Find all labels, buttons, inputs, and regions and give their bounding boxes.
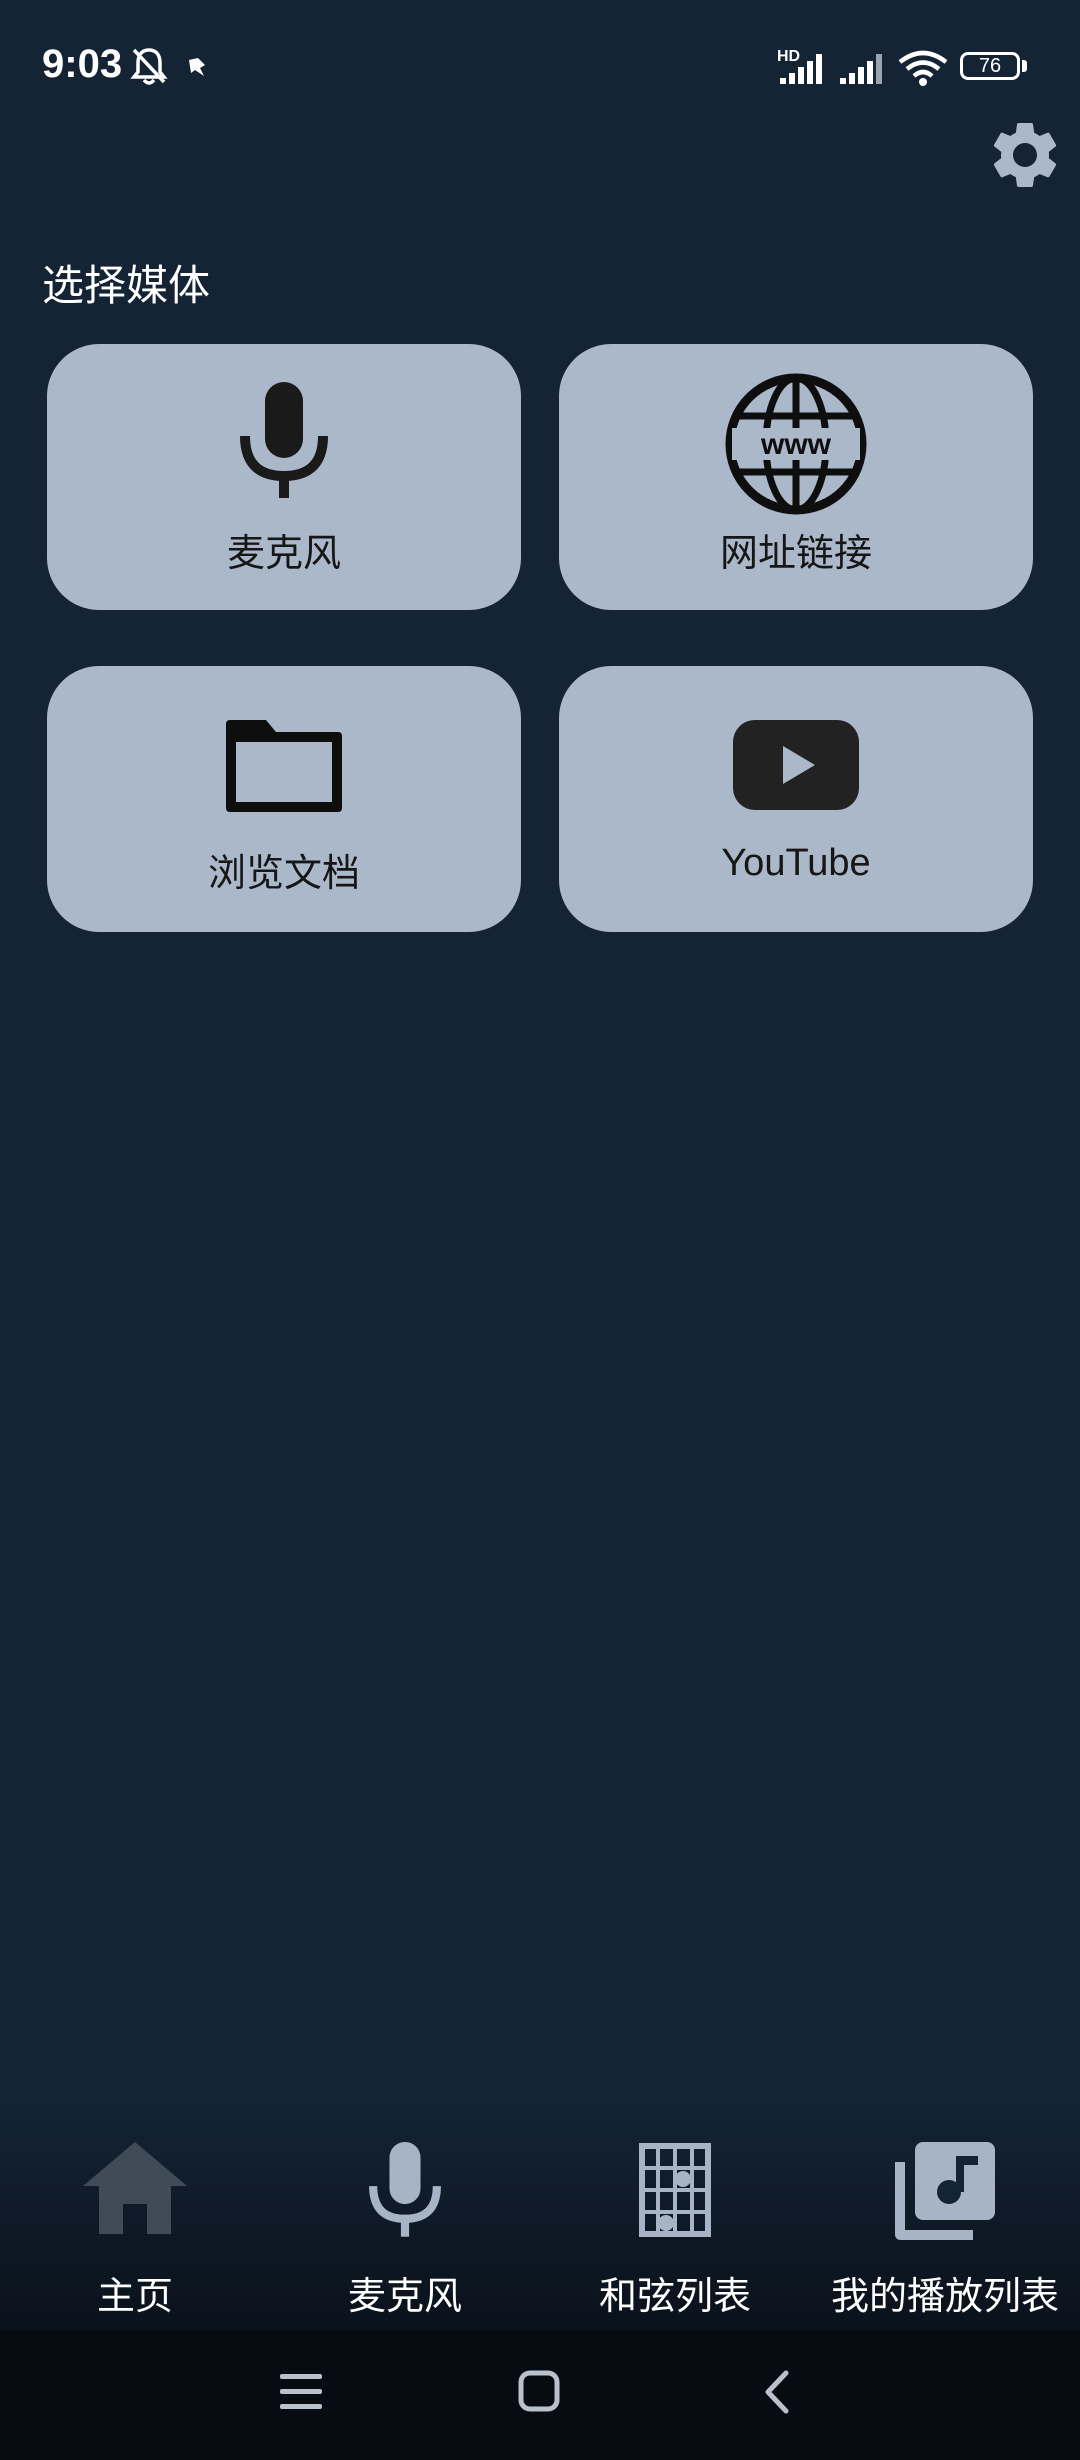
nav-item-chord-list[interactable]: 和弦列表 — [540, 2100, 810, 2330]
microphone-icon — [240, 382, 328, 498]
youtube-card-label: YouTube — [721, 842, 871, 884]
youtube-card[interactable]: YouTube — [559, 666, 1033, 932]
bell-muted-icon — [130, 48, 168, 85]
back-icon[interactable] — [762, 2370, 792, 2414]
home-icon — [83, 2142, 187, 2234]
status-time: 9:03 — [42, 42, 123, 86]
globe-www-icon: www — [725, 373, 867, 515]
system-navigation-bar — [0, 2330, 1080, 2460]
nav-label-chord-list: 和弦列表 — [598, 2274, 751, 2318]
browse-documents-card[interactable]: 浏览文档 — [47, 666, 521, 932]
status-bar: 9:03 HD 76 — [0, 0, 1080, 140]
battery-indicator: 76 — [960, 52, 1020, 80]
url-link-card-label: 网址链接 — [719, 531, 872, 575]
youtube-icon — [733, 720, 859, 810]
svg-text:www: www — [760, 428, 832, 461]
microphone-icon — [369, 2142, 441, 2237]
microphone-card-label: 麦克风 — [226, 531, 341, 575]
chord-grid-icon — [639, 2143, 711, 2237]
notification-app-icon — [189, 58, 205, 76]
microphone-card[interactable]: 麦克风 — [47, 344, 521, 610]
browse-documents-card-label: 浏览文档 — [207, 851, 360, 895]
nav-label-home: 主页 — [96, 2274, 173, 2318]
folder-icon — [226, 720, 342, 812]
battery-tip — [1022, 60, 1027, 72]
signal-strength-icon — [780, 54, 822, 84]
settings-gear-icon[interactable] — [985, 115, 1065, 195]
wifi-icon — [898, 50, 948, 86]
home-button-icon[interactable] — [518, 2370, 560, 2412]
section-title: 选择媒体 — [42, 261, 211, 310]
nav-item-microphone[interactable]: 麦克风 — [270, 2100, 540, 2330]
nav-label-microphone: 麦克风 — [347, 2274, 462, 2318]
url-link-card[interactable]: www 网址链接 — [559, 344, 1033, 610]
signal-strength-2-icon — [840, 54, 882, 84]
bottom-navigation: 主页 麦克风 和弦列表 我的播放列表 — [0, 2100, 1080, 2330]
playlist-music-icon — [895, 2142, 995, 2240]
nav-item-my-playlist[interactable]: 我的播放列表 — [810, 2100, 1080, 2330]
recent-apps-icon[interactable] — [280, 2372, 322, 2412]
nav-item-home[interactable]: 主页 — [0, 2100, 270, 2330]
nav-label-my-playlist: 我的播放列表 — [830, 2274, 1059, 2318]
